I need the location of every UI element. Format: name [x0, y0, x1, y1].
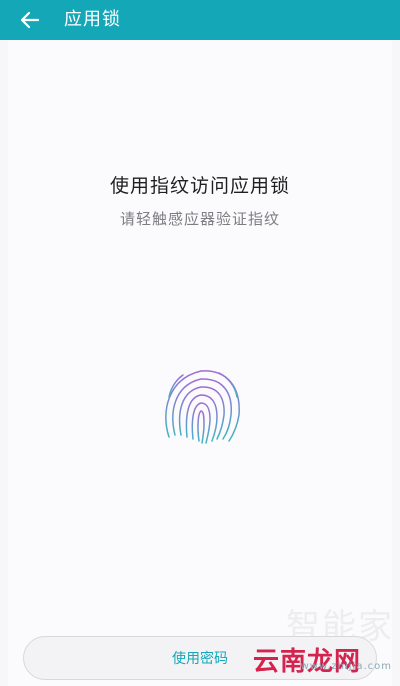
- fingerprint-icon[interactable]: [157, 361, 245, 449]
- watermark-site: www.zhijia.com: [300, 661, 392, 672]
- use-password-label: 使用密码: [172, 651, 228, 667]
- page-title: 应用锁: [64, 9, 121, 30]
- arrow-left-icon: [20, 11, 40, 29]
- watermark-yunnan: 云南龙网: [253, 647, 362, 677]
- back-button[interactable]: [10, 4, 50, 36]
- subtitle: 请轻触感应器验证指纹: [119, 210, 280, 228]
- app-bar: 应用锁: [0, 0, 400, 40]
- main-title: 使用指纹访问应用锁: [109, 175, 290, 197]
